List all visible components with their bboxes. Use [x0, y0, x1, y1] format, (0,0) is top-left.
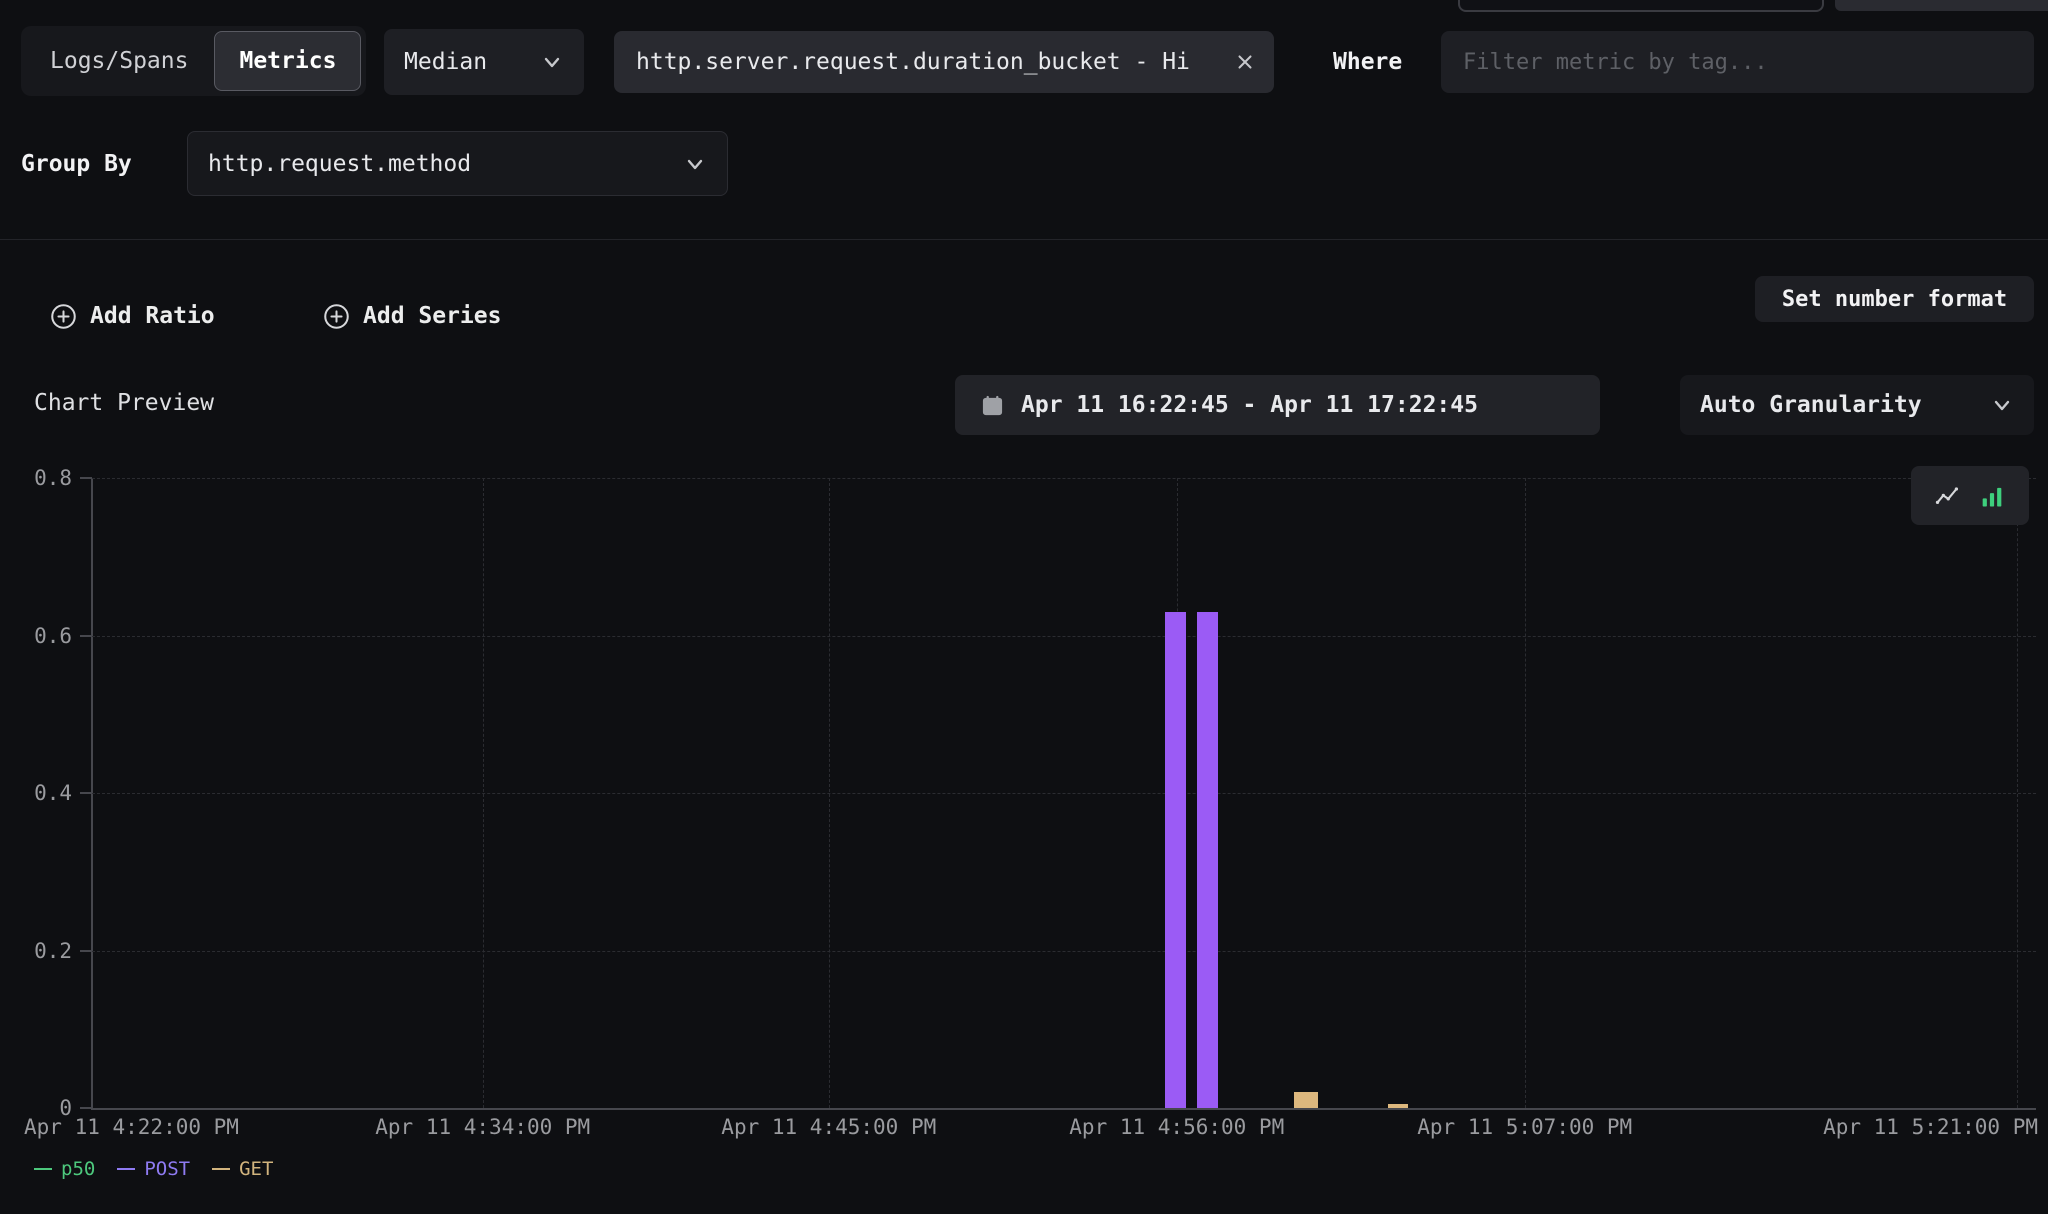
filter-by-tag-input[interactable]: [1441, 31, 2034, 93]
line-chart-icon[interactable]: [1930, 478, 1966, 514]
y-axis-tick: [80, 477, 92, 479]
x-axis-tick-label: Apr 11 4:45:00 PM: [721, 1115, 936, 1139]
gridline-vertical: [2017, 478, 2018, 1108]
group-by-value: http.request.method: [208, 151, 471, 177]
gridline-vertical: [1525, 478, 1526, 1108]
partial-input-top[interactable]: [1458, 0, 1824, 12]
granularity-dropdown[interactable]: Auto Granularity: [1680, 375, 2034, 435]
gridline-horizontal: [92, 478, 2036, 479]
aggregation-dropdown[interactable]: Median: [384, 29, 584, 95]
page: Logs/Spans Metrics Median http.server.re…: [0, 0, 2048, 1214]
chart-type-toggle: [1911, 466, 2029, 525]
time-range-value: Apr 11 16:22:45 - Apr 11 17:22:45: [1021, 392, 1478, 418]
add-series-button[interactable]: Add Series: [323, 295, 501, 337]
bar-post[interactable]: [1165, 612, 1186, 1108]
bar-post[interactable]: [1197, 612, 1218, 1108]
gridline-horizontal: [92, 793, 2036, 794]
group-by-dropdown[interactable]: http.request.method: [187, 131, 728, 196]
x-axis-tick-label: Apr 11 4:56:00 PM: [1069, 1115, 1284, 1139]
y-axis-tick-label: 0.2: [0, 938, 72, 964]
legend-label: p50: [61, 1158, 95, 1180]
chart-legend: p50 POST GET: [34, 1158, 273, 1180]
toggle-logs-spans[interactable]: Logs/Spans: [26, 31, 212, 91]
close-icon[interactable]: [1234, 51, 1256, 73]
set-number-format-button[interactable]: Set number format: [1755, 276, 2034, 322]
y-axis-tick-label: 0.4: [0, 780, 72, 806]
partial-button-top[interactable]: [1835, 0, 2048, 11]
toggle-metrics[interactable]: Metrics: [214, 31, 361, 91]
time-range-picker[interactable]: Apr 11 16:22:45 - Apr 11 17:22:45: [955, 375, 1600, 435]
y-axis-tick: [80, 792, 92, 794]
legend-dash-icon: [212, 1168, 230, 1170]
gridline-horizontal: [92, 636, 2036, 637]
x-axis-tick-label: Apr 11 5:21:00 PM: [1823, 1115, 2038, 1139]
group-by-label: Group By: [21, 131, 132, 196]
y-axis-tick: [80, 950, 92, 952]
granularity-value: Auto Granularity: [1700, 392, 1922, 418]
section-divider: [0, 239, 2048, 240]
chevron-down-icon: [1990, 393, 2014, 417]
bar-get[interactable]: [1294, 1092, 1318, 1108]
legend-item-get[interactable]: GET: [212, 1158, 273, 1180]
gridline-vertical: [483, 478, 484, 1108]
chevron-down-icon: [540, 50, 564, 74]
add-series-label: Add Series: [363, 303, 501, 329]
chart-preview-title: Chart Preview: [34, 390, 214, 416]
x-axis-tick-label: Apr 11 4:34:00 PM: [375, 1115, 590, 1139]
y-axis-tick-label: 0.6: [0, 623, 72, 649]
x-axis-tick-label: Apr 11 5:07:00 PM: [1417, 1115, 1632, 1139]
x-axis-line: [91, 1108, 2036, 1110]
calendar-icon: [981, 394, 1004, 417]
legend-item-p50[interactable]: p50: [34, 1158, 95, 1180]
add-ratio-button[interactable]: Add Ratio: [50, 295, 215, 337]
gridline-vertical: [829, 478, 830, 1108]
plus-circle-icon: [323, 303, 350, 330]
y-axis-tick: [80, 1107, 92, 1109]
legend-label: GET: [239, 1158, 273, 1180]
legend-label: POST: [144, 1158, 190, 1180]
gridline-horizontal: [92, 951, 2036, 952]
y-axis-tick-label: 0.8: [0, 465, 72, 491]
x-axis-labels: Apr 11 4:22:00 PM Apr 11 4:34:00 PM Apr 11…: [0, 1115, 2048, 1145]
source-toggle: Logs/Spans Metrics: [21, 26, 366, 96]
legend-item-post[interactable]: POST: [117, 1158, 190, 1180]
y-axis-tick: [80, 635, 92, 637]
metric-label: http.server.request.duration_bucket - Hi: [636, 49, 1220, 75]
x-axis-tick-label: Apr 11 4:22:00 PM: [24, 1115, 239, 1139]
aggregation-value: Median: [404, 49, 487, 75]
legend-dash-icon: [34, 1168, 52, 1170]
bar-chart-icon[interactable]: [1974, 478, 2010, 514]
plot-area: [92, 478, 2036, 1108]
where-label: Where: [1333, 31, 1402, 93]
chevron-down-icon: [683, 152, 707, 176]
add-ratio-label: Add Ratio: [90, 303, 215, 329]
metric-pill[interactable]: http.server.request.duration_bucket - Hi: [614, 31, 1274, 93]
legend-dash-icon: [117, 1168, 135, 1170]
plus-circle-icon: [50, 303, 77, 330]
